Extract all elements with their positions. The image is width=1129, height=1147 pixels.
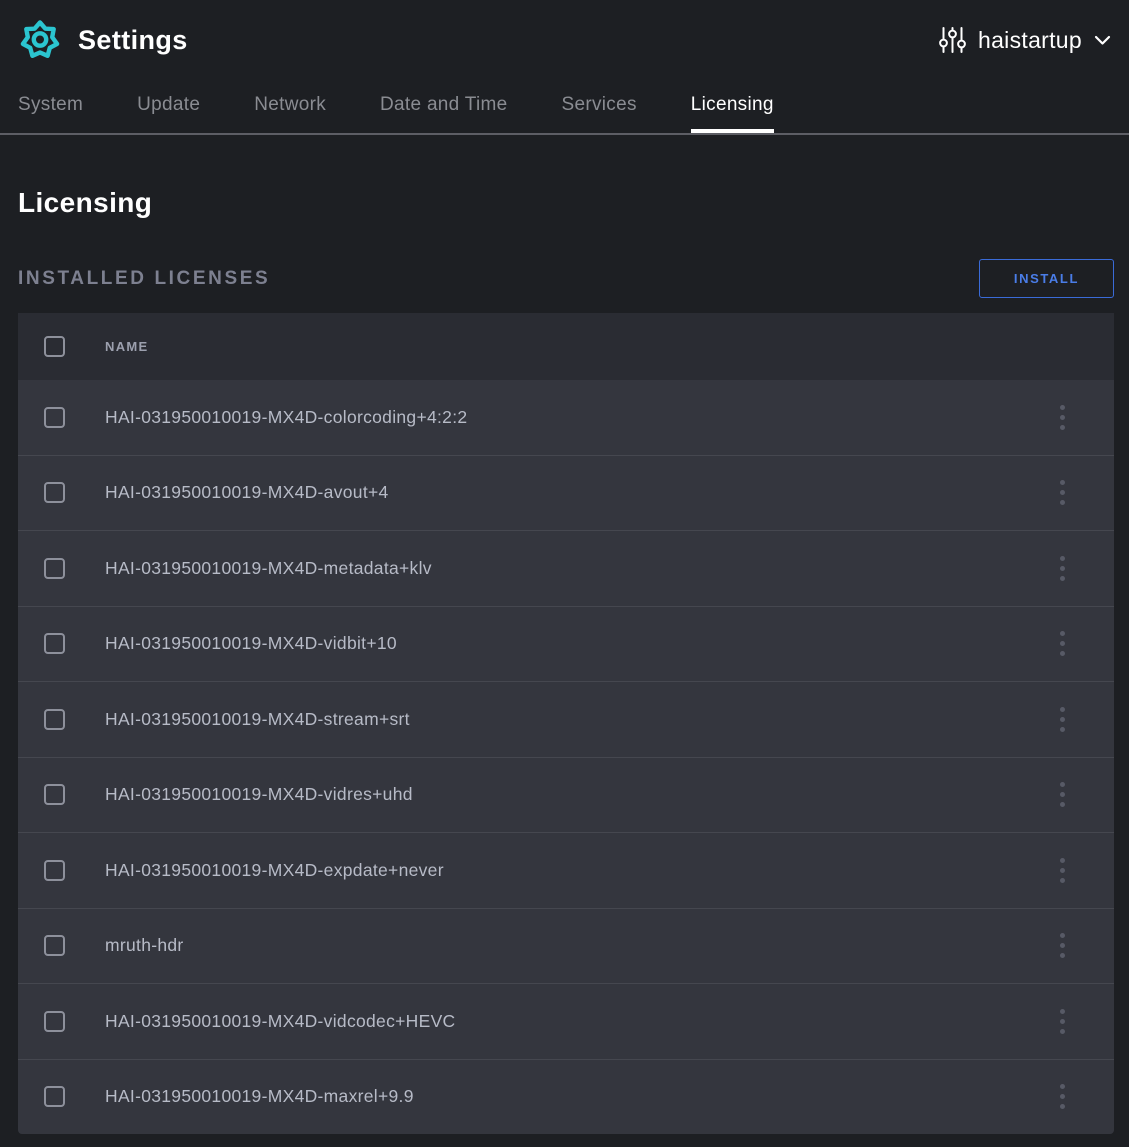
table-row: HAI-031950010019-MX4D-stream+srt [18, 681, 1114, 757]
tab-system[interactable]: System [18, 77, 83, 133]
table-row: HAI-031950010019-MX4D-vidres+uhd [18, 757, 1114, 833]
license-name: HAI-031950010019-MX4D-stream+srt [105, 709, 1050, 730]
select-all-checkbox[interactable] [44, 336, 65, 357]
page-title: Licensing [18, 187, 1114, 219]
install-button[interactable]: INSTALL [979, 259, 1114, 298]
kebab-menu-icon[interactable] [1050, 476, 1074, 509]
kebab-menu-icon[interactable] [1050, 1005, 1074, 1038]
table-row: HAI-031950010019-MX4D-avout+4 [18, 455, 1114, 531]
sliders-icon [939, 25, 966, 55]
table-row: HAI-031950010019-MX4D-expdate+never [18, 832, 1114, 908]
kebab-menu-icon[interactable] [1050, 929, 1074, 962]
name-column-header: NAME [105, 339, 1114, 354]
kebab-menu-icon[interactable] [1050, 401, 1074, 434]
chevron-down-icon [1094, 35, 1111, 46]
row-checkbox[interactable] [44, 709, 65, 730]
license-name: HAI-031950010019-MX4D-vidres+uhd [105, 784, 1050, 805]
settings-tab-bar: System Update Network Date and Time Serv… [0, 77, 1129, 135]
table-header-row: NAME [18, 313, 1114, 380]
tab-date-and-time[interactable]: Date and Time [380, 77, 507, 133]
license-name: HAI-031950010019-MX4D-metadata+klv [105, 558, 1050, 579]
license-name: HAI-031950010019-MX4D-avout+4 [105, 482, 1050, 503]
row-checkbox[interactable] [44, 935, 65, 956]
table-row: HAI-031950010019-MX4D-metadata+klv [18, 530, 1114, 606]
tab-update[interactable]: Update [137, 77, 200, 133]
kebab-menu-icon[interactable] [1050, 627, 1074, 660]
row-checkbox[interactable] [44, 482, 65, 503]
row-checkbox[interactable] [44, 1011, 65, 1032]
row-checkbox[interactable] [44, 784, 65, 805]
table-row: HAI-031950010019-MX4D-vidcodec+HEVC [18, 983, 1114, 1059]
licenses-table: NAME HAI-031950010019-MX4D-colorcoding+4… [18, 313, 1114, 1134]
table-row: HAI-031950010019-MX4D-colorcoding+4:2:2 [18, 380, 1114, 455]
app-header: Settings haistartup [0, 0, 1129, 77]
license-name: mruth-hdr [105, 935, 1050, 956]
kebab-menu-icon[interactable] [1050, 552, 1074, 585]
kebab-menu-icon[interactable] [1050, 854, 1074, 887]
tab-network[interactable]: Network [254, 77, 326, 133]
kebab-menu-icon[interactable] [1050, 1080, 1074, 1113]
licensing-page: Licensing INSTALLED LICENSES INSTALL NAM… [0, 187, 1129, 1134]
table-row: mruth-hdr [18, 908, 1114, 984]
kebab-menu-icon[interactable] [1050, 778, 1074, 811]
kebab-menu-icon[interactable] [1050, 703, 1074, 736]
account-menu[interactable]: haistartup [939, 25, 1111, 55]
license-name: HAI-031950010019-MX4D-maxrel+9.9 [105, 1086, 1050, 1107]
table-body: HAI-031950010019-MX4D-colorcoding+4:2:2 … [18, 380, 1114, 1134]
app-title: Settings [78, 25, 188, 56]
row-checkbox[interactable] [44, 633, 65, 654]
license-name: HAI-031950010019-MX4D-vidcodec+HEVC [105, 1011, 1050, 1032]
license-name: HAI-031950010019-MX4D-colorcoding+4:2:2 [105, 407, 1050, 428]
table-row: HAI-031950010019-MX4D-maxrel+9.9 [18, 1059, 1114, 1135]
license-name: HAI-031950010019-MX4D-vidbit+10 [105, 633, 1050, 654]
row-checkbox[interactable] [44, 1086, 65, 1107]
section-title: INSTALLED LICENSES [18, 268, 270, 290]
tab-services[interactable]: Services [562, 77, 637, 133]
table-row: HAI-031950010019-MX4D-vidbit+10 [18, 606, 1114, 682]
installed-licenses-section-bar: INSTALLED LICENSES INSTALL [18, 259, 1114, 298]
row-checkbox[interactable] [44, 558, 65, 579]
row-checkbox[interactable] [44, 860, 65, 881]
row-checkbox[interactable] [44, 407, 65, 428]
tab-licensing[interactable]: Licensing [691, 77, 774, 133]
license-name: HAI-031950010019-MX4D-expdate+never [105, 860, 1050, 881]
account-name: haistartup [978, 27, 1082, 54]
gear-icon [16, 16, 64, 64]
